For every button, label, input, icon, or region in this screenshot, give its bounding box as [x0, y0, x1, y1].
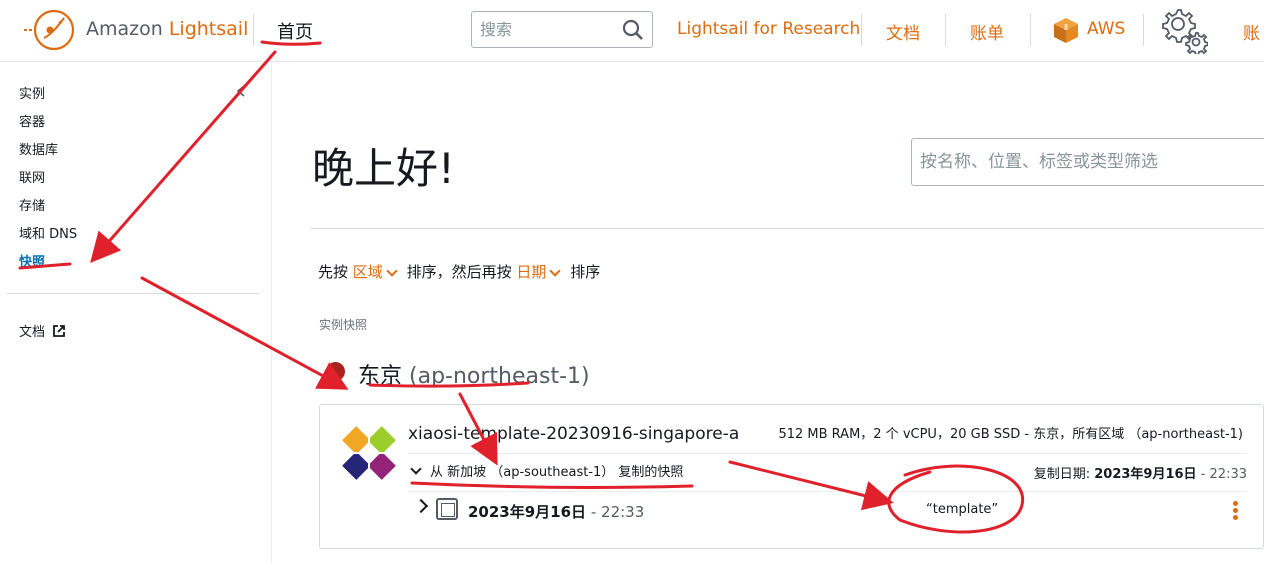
settings-gear-icon[interactable]: [1158, 6, 1208, 54]
lightsail-for-research-link[interactable]: Lightsail for Research: [677, 19, 860, 39]
copy-date: 复制日期: 2023年9月16日 - 22:33: [1033, 467, 1247, 482]
sort-date-dropdown[interactable]: 日期: [516, 263, 565, 281]
sidebar-item-domains-dns[interactable]: 域和 DNS: [19, 223, 77, 242]
brand-name: Amazon Lightsail: [86, 18, 249, 40]
main-content: 晚上好! 先按 区域 排序，然后再按 日期 排序 实例快照 东京 (ap-nor…: [272, 62, 1264, 563]
aws-cube-icon[interactable]: [1052, 16, 1080, 44]
more-actions-icon[interactable]: [1233, 501, 1239, 521]
chevron-right-icon[interactable]: [413, 498, 429, 514]
card-divider: [408, 491, 1246, 492]
region-flag-icon: [326, 362, 345, 381]
chevron-down-icon: [410, 463, 422, 475]
sidebar-item-databases[interactable]: 数据库: [19, 139, 58, 158]
section-label: 实例快照: [319, 318, 368, 332]
sidebar-item-snapshots[interactable]: 快照: [19, 251, 45, 270]
sort-region-dropdown[interactable]: 区域: [353, 263, 402, 281]
left-sidebar: 实例 容器 数据库 联网 存储 域和 DNS 快照 文档: [0, 62, 272, 563]
centos-logo-icon: [341, 425, 397, 481]
card-divider: [408, 453, 1246, 454]
billing-link[interactable]: 账单: [970, 19, 1004, 44]
snapshot-card: xiaosi-template-20230916-singapore-a 512…: [319, 404, 1264, 549]
search-box[interactable]: [471, 11, 653, 48]
copied-snapshot-toggle[interactable]: 从 新加坡 （ap-southeast-1） 复制的快照: [410, 461, 683, 480]
docs-link[interactable]: 文档: [886, 19, 920, 44]
sidebar-docs-link[interactable]: 文档: [19, 321, 66, 340]
sidebar-item-storage[interactable]: 存储: [19, 195, 45, 214]
home-link[interactable]: 首页: [277, 18, 313, 44]
page-greeting: 晚上好!: [312, 144, 455, 193]
lightsail-logo-icon[interactable]: [22, 8, 76, 52]
search-icon[interactable]: [622, 19, 644, 41]
search-input[interactable]: [480, 20, 620, 39]
filter-input[interactable]: [920, 152, 1250, 172]
snapshot-spec: 512 MB RAM，2 个 vCPU，20 GB SSD - 东京，所有区域 …: [778, 427, 1243, 442]
sidebar-item-networking[interactable]: 联网: [19, 167, 45, 186]
snapshot-tag: “template”: [926, 502, 999, 517]
collapse-sidebar-icon[interactable]: [234, 84, 248, 98]
snapshot-date: 2023年9月16日 - 22:33: [468, 503, 645, 521]
chevron-down-icon: [549, 265, 562, 277]
filter-box[interactable]: [911, 138, 1264, 186]
sidebar-item-containers[interactable]: 容器: [19, 111, 45, 130]
snapshot-name[interactable]: xiaosi-template-20230916-singapore-a: [408, 424, 739, 444]
snapshot-select-checkbox[interactable]: [436, 498, 458, 520]
region-title: 东京 (ap-northeast-1): [358, 364, 590, 389]
external-link-icon: [53, 325, 66, 337]
sidebar-divider: [7, 293, 259, 294]
sidebar-item-instances[interactable]: 实例: [19, 83, 45, 102]
aws-link[interactable]: AWS: [1087, 19, 1125, 39]
account-link[interactable]: 账: [1243, 19, 1260, 44]
sort-controls: 先按 区域 排序，然后再按 日期 排序: [318, 263, 601, 281]
main-divider: [310, 228, 1264, 229]
top-header: Amazon Lightsail 首页 Lightsail for Resear…: [0, 0, 1264, 62]
chevron-down-icon: [386, 265, 398, 277]
